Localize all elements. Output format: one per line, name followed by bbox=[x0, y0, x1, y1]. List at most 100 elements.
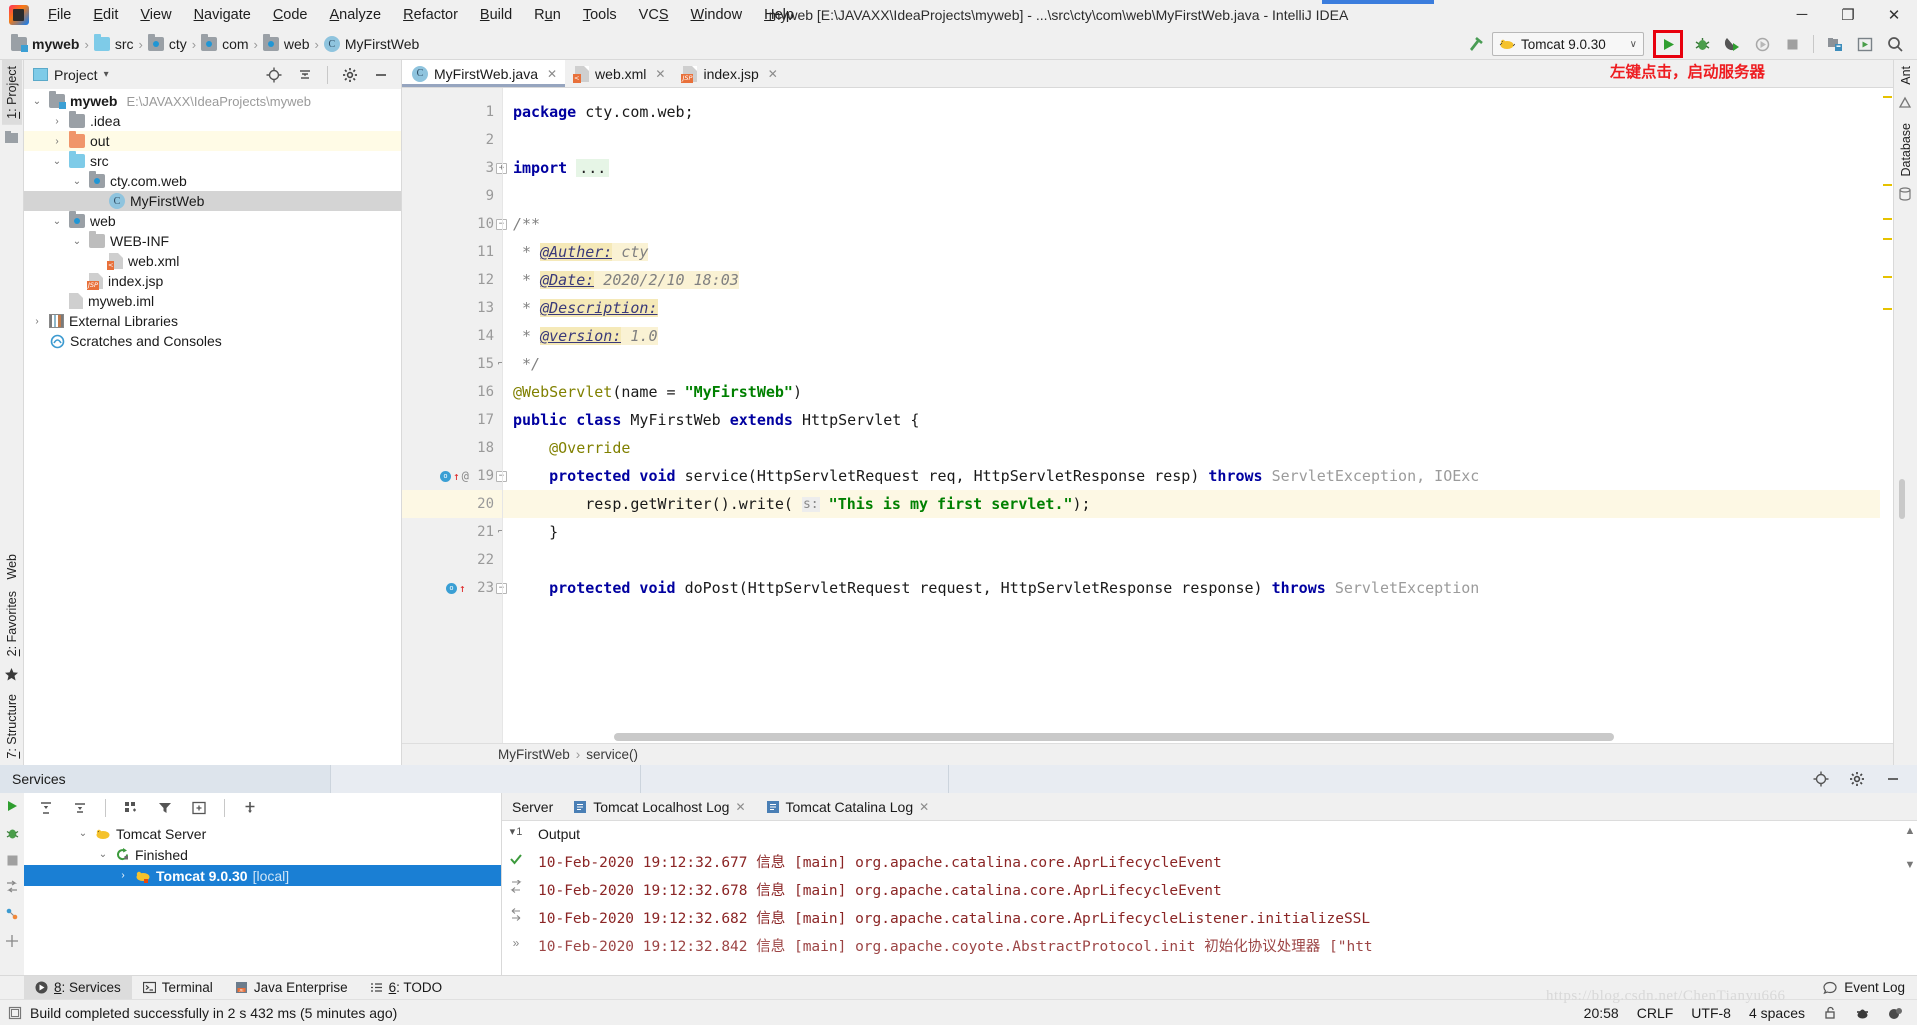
menu-run[interactable]: Run bbox=[523, 3, 572, 27]
add-service-icon[interactable] bbox=[236, 795, 264, 821]
tree-row-cty-com-web[interactable]: ⌄ cty.com.web bbox=[24, 171, 401, 191]
database-icon[interactable] bbox=[1898, 187, 1914, 203]
sidebar-item-project[interactable]: 1: Project bbox=[1, 60, 22, 125]
breadcrumb-class[interactable]: MyFirstWeb bbox=[498, 747, 570, 762]
sidebar-item-web[interactable]: Web bbox=[2, 548, 22, 585]
tree-row-myfirstweb[interactable]: C MyFirstWeb bbox=[24, 191, 401, 211]
soft-wrap-icon[interactable] bbox=[509, 908, 523, 922]
search-everywhere-icon[interactable] bbox=[1881, 31, 1909, 57]
add-view-icon[interactable] bbox=[185, 795, 213, 821]
run-configuration-selector[interactable]: Tomcat 9.0.30 ∨ bbox=[1492, 32, 1644, 56]
scroll-down-arrow-icon[interactable]: ▼ bbox=[1905, 859, 1916, 871]
chevron-collapsed-icon[interactable]: › bbox=[50, 116, 64, 127]
breadcrumb-web[interactable]: web bbox=[260, 34, 313, 54]
chevron-expanded-icon[interactable]: ⌄ bbox=[70, 176, 84, 187]
gutter-line-23[interactable]: o ↑ 23 − bbox=[402, 574, 507, 602]
sidebar-item-favorites[interactable]: 2: Favorites bbox=[2, 585, 22, 662]
stop-button[interactable] bbox=[1778, 31, 1806, 57]
run-method-icon[interactable]: o bbox=[440, 470, 451, 482]
close-button[interactable]: ✕ bbox=[1871, 0, 1917, 29]
tab-myfirstweb-java[interactable]: C MyFirstWeb.java ✕ bbox=[402, 60, 566, 87]
breadcrumb-myfirstweb[interactable]: C MyFirstWeb bbox=[321, 34, 422, 54]
chevron-expanded-icon[interactable]: ⌄ bbox=[96, 849, 110, 860]
hide-panel-icon[interactable] bbox=[367, 62, 395, 88]
sidebar-item-ant[interactable]: Ant bbox=[1896, 60, 1916, 91]
tree-row-myweb-iml[interactable]: myweb.iml bbox=[24, 291, 401, 311]
status-line-separator[interactable]: CRLF bbox=[1637, 1005, 1674, 1021]
sidebar-item-structure[interactable]: 7: Structure bbox=[2, 688, 22, 765]
rerun-icon[interactable] bbox=[5, 880, 19, 894]
console-output[interactable]: 10-Feb-2020 19:12:32.677 信息 [main] org.a… bbox=[530, 847, 1903, 975]
override-arrow-icon[interactable]: ↑ bbox=[453, 471, 460, 482]
services-row-tomcat-local[interactable]: › Tomcat 9.0.30 [local] bbox=[24, 865, 501, 886]
run-button[interactable] bbox=[5, 799, 19, 813]
menu-help[interactable]: Help bbox=[753, 3, 805, 27]
chevron-expanded-icon[interactable]: ⌄ bbox=[30, 96, 44, 107]
tree-row-out[interactable]: › out bbox=[24, 131, 401, 151]
ant-icon[interactable] bbox=[1898, 96, 1914, 112]
collapse-all-icon[interactable] bbox=[291, 62, 319, 88]
build-hammer-icon[interactable] bbox=[1462, 31, 1490, 57]
breadcrumb-com[interactable]: com bbox=[198, 34, 251, 54]
close-icon[interactable]: ✕ bbox=[655, 67, 665, 81]
toolwin-tab-java-enterprise[interactable]: JE Java Enterprise bbox=[224, 976, 359, 999]
menu-window[interactable]: Window bbox=[680, 3, 754, 27]
collapse-all-icon[interactable] bbox=[66, 795, 94, 821]
breadcrumb-myweb[interactable]: myweb bbox=[8, 34, 82, 54]
debug-button[interactable] bbox=[5, 826, 20, 841]
tree-row-scratches[interactable]: Scratches and Consoles bbox=[24, 331, 401, 351]
profile-button[interactable] bbox=[1748, 31, 1776, 57]
tab-index-jsp[interactable]: JSP index.jsp ✕ bbox=[673, 60, 785, 87]
toolwin-tab-todo[interactable]: 6: TODO bbox=[359, 976, 454, 999]
ctab-server[interactable]: Server bbox=[502, 793, 563, 820]
toolwin-tab-services[interactable]: 8: Services bbox=[24, 976, 132, 999]
code-text[interactable]: package cty.com.web; import ... /** * @A… bbox=[502, 88, 1880, 743]
minimize-button[interactable]: ─ bbox=[1779, 0, 1825, 29]
services-row-tomcat-server[interactable]: ⌄ Tomcat Server bbox=[24, 823, 501, 844]
chevron-expanded-icon[interactable]: ⌄ bbox=[70, 236, 84, 247]
scroll-to-end-icon[interactable] bbox=[509, 880, 523, 894]
close-icon[interactable]: ✕ bbox=[735, 800, 745, 814]
hide-panel-icon[interactable] bbox=[1879, 766, 1907, 792]
menu-refactor[interactable]: Refactor bbox=[392, 3, 469, 27]
override-arrow-icon[interactable]: ↑ bbox=[459, 583, 466, 594]
breadcrumb-src[interactable]: src bbox=[91, 34, 137, 54]
tree-row-web[interactable]: ⌄ web bbox=[24, 211, 401, 231]
menu-file[interactable]: File bbox=[37, 3, 82, 27]
run-with-coverage-button[interactable] bbox=[1718, 31, 1746, 57]
menu-view[interactable]: View bbox=[129, 3, 182, 27]
console-vertical-scrollbar[interactable]: ▲ ▼ bbox=[1903, 821, 1917, 975]
error-stripe[interactable] bbox=[1880, 88, 1893, 743]
run-method-icon[interactable]: o bbox=[446, 582, 457, 594]
tree-row-web-xml[interactable]: < web.xml bbox=[24, 251, 401, 271]
ctab-tomcat-catalina-log[interactable]: Tomcat Catalina Log ✕ bbox=[756, 793, 940, 820]
notifications-icon[interactable] bbox=[1888, 1006, 1903, 1020]
gear-icon[interactable] bbox=[1843, 766, 1871, 792]
toolwin-tab-terminal[interactable]: Terminal bbox=[132, 976, 224, 999]
scroll-up-arrow-icon[interactable]: ▲ bbox=[1905, 825, 1916, 837]
group-by-icon[interactable] bbox=[117, 795, 145, 821]
tree-row-src[interactable]: ⌄ src bbox=[24, 151, 401, 171]
ctab-tomcat-localhost-log[interactable]: Tomcat Localhost Log ✕ bbox=[563, 793, 755, 820]
code-editor[interactable]: 1 2 3 + 9 10− 11 12 13 14 15 ⌐ 16 17 18 o bbox=[402, 88, 1893, 743]
tree-row-index-jsp[interactable]: JSP index.jsp bbox=[24, 271, 401, 291]
chevron-expanded-icon[interactable]: ⌄ bbox=[50, 156, 64, 167]
menu-analyze[interactable]: Analyze bbox=[319, 3, 393, 27]
breadcrumb-cty[interactable]: cty bbox=[145, 34, 190, 54]
menu-build[interactable]: Build bbox=[469, 3, 523, 27]
collapsed-imports[interactable]: ... bbox=[576, 159, 610, 177]
menu-code[interactable]: Code bbox=[262, 3, 319, 27]
gear-icon[interactable] bbox=[336, 62, 364, 88]
breadcrumb-method[interactable]: service() bbox=[586, 747, 638, 762]
status-indent[interactable]: 4 spaces bbox=[1749, 1005, 1805, 1021]
close-icon[interactable]: ✕ bbox=[919, 800, 929, 814]
stop-button[interactable] bbox=[6, 854, 19, 867]
maximize-button[interactable]: ❐ bbox=[1825, 0, 1871, 29]
sidebar-item-database[interactable]: Database bbox=[1896, 117, 1916, 183]
locate-in-tree-icon[interactable] bbox=[260, 62, 288, 88]
run-button[interactable] bbox=[1657, 31, 1679, 57]
tree-row-myweb[interactable]: ⌄ myweb E:\JAVAXX\IdeaProjects\myweb bbox=[24, 91, 401, 111]
chevron-expanded-icon[interactable]: ⌄ bbox=[50, 216, 64, 227]
gutter-line-19[interactable]: o ↑ @ 19 − bbox=[402, 462, 507, 490]
expand-icon[interactable] bbox=[5, 934, 19, 948]
